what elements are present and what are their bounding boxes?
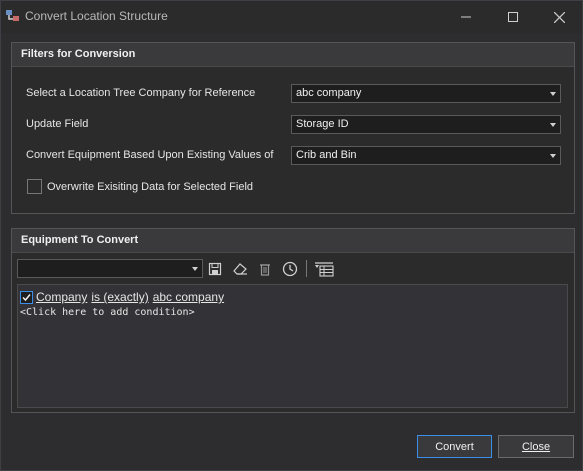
condition-operator[interactable]: is (exactly) <box>91 290 148 304</box>
overwrite-checkbox[interactable] <box>27 179 42 194</box>
convert-button[interactable]: Convert <box>417 435 492 458</box>
close-button[interactable]: Close <box>498 435 574 458</box>
convert-based-combo[interactable]: Crib and Bin <box>291 146 561 165</box>
update-field-combo[interactable]: Storage ID <box>291 115 561 134</box>
company-reference-label: Select a Location Tree Company for Refer… <box>26 87 256 99</box>
clear-filter-button[interactable] <box>230 259 250 278</box>
close-icon <box>553 11 565 23</box>
checkmark-icon <box>22 293 31 301</box>
filter-edit-icon <box>315 261 334 277</box>
update-field-value: Storage ID <box>296 118 349 130</box>
close-window-button[interactable] <box>536 1 582 33</box>
chevron-down-icon <box>192 267 198 271</box>
save-filter-button[interactable] <box>205 259 225 278</box>
filter-history-button[interactable] <box>280 259 300 278</box>
maximize-icon <box>508 12 518 22</box>
chevron-down-icon <box>550 154 556 158</box>
eraser-icon <box>233 262 247 275</box>
condition-value[interactable]: abc company <box>153 290 224 304</box>
chevron-down-icon <box>550 123 556 127</box>
app-icon <box>5 8 21 24</box>
condition-row: Company is (exactly) abc company <box>20 289 224 305</box>
filters-group: Filters for Conversion Select a Location… <box>11 42 575 214</box>
delete-filter-button[interactable] <box>255 259 275 278</box>
convert-based-label: Convert Equipment Based Upon Existing Va… <box>26 149 274 161</box>
condition-checkbox[interactable] <box>20 290 33 304</box>
convert-based-value: Crib and Bin <box>296 149 357 161</box>
convert-location-window: Convert Location Structure Filters for C… <box>0 0 583 471</box>
maximize-button[interactable] <box>490 1 536 33</box>
filters-group-header: Filters for Conversion <box>12 43 574 67</box>
minimize-icon <box>461 16 471 18</box>
edit-filter-button[interactable] <box>313 259 335 278</box>
overwrite-label: Overwrite Exisiting Data for Selected Fi… <box>47 181 254 193</box>
window-title: Convert Location Structure <box>25 9 168 23</box>
equipment-group: Equipment To Convert Company is (exactly… <box>11 228 575 413</box>
condition-field[interactable]: Company <box>36 290 87 304</box>
update-field-label: Update Field <box>26 118 89 130</box>
minimize-button[interactable] <box>443 1 489 33</box>
company-reference-value: abc company <box>296 87 362 99</box>
trash-icon <box>260 263 270 276</box>
toolbar-separator <box>306 260 307 277</box>
chevron-down-icon <box>550 92 556 96</box>
history-icon <box>282 261 298 276</box>
company-reference-combo[interactable]: abc company <box>291 84 561 103</box>
add-condition-link[interactable]: <Click here to add condition> <box>20 307 195 318</box>
equipment-group-header: Equipment To Convert <box>12 229 574 253</box>
save-icon <box>208 262 222 275</box>
saved-filter-combo[interactable] <box>17 259 203 278</box>
title-bar: Convert Location Structure <box>1 1 582 33</box>
filter-condition-area[interactable]: Company is (exactly) abc company <Click … <box>17 284 568 408</box>
